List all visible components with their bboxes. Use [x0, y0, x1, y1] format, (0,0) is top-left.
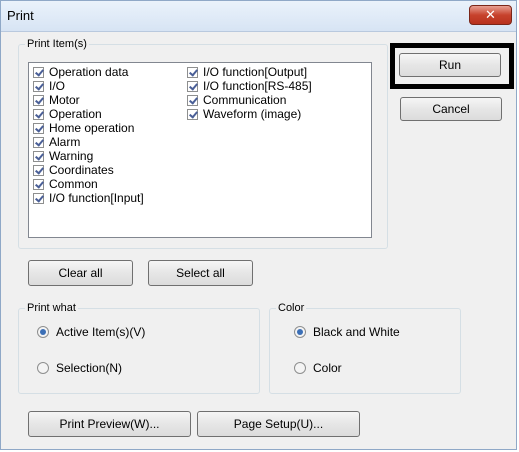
checkbox-checked-icon[interactable]: [33, 178, 44, 190]
print-preview-button[interactable]: Print Preview(W)...: [28, 411, 191, 437]
checkbox-checked-icon[interactable]: [33, 136, 44, 148]
checkbox-io-function-input[interactable]: I/O function[Input]: [33, 191, 144, 205]
checkbox-checked-icon[interactable]: [33, 150, 44, 162]
radio-unselected-icon[interactable]: [294, 362, 306, 374]
checkbox-label: Operation: [49, 107, 102, 121]
clear-all-button[interactable]: Clear all: [28, 260, 133, 286]
checkbox-checked-icon[interactable]: [187, 94, 198, 106]
checkbox-label: I/O function[Output]: [203, 65, 308, 79]
checkbox-label: I/O function[Input]: [49, 191, 144, 205]
radio-label: Black and White: [313, 325, 400, 339]
checkbox-label: Operation data: [49, 65, 129, 79]
checkbox-warning[interactable]: Warning: [33, 149, 144, 163]
checkbox-checked-icon[interactable]: [33, 108, 44, 120]
checkbox-label: I/O: [49, 79, 66, 93]
print-items-column-1: Operation data I/O Motor Operation Home …: [33, 65, 144, 205]
radio-color[interactable]: Color: [294, 361, 342, 375]
print-what-label: Print what: [25, 301, 78, 315]
checkbox-label: Waveform (image): [203, 107, 302, 121]
checkbox-checked-icon[interactable]: [187, 80, 198, 92]
select-all-button[interactable]: Select all: [148, 260, 253, 286]
checkbox-communication[interactable]: Communication: [187, 93, 312, 107]
print-items-column-2: I/O function[Output] I/O function[RS-485…: [187, 65, 312, 121]
print-what-group: Print what Active Item(s)(V) Selection(N…: [18, 301, 260, 394]
color-label: Color: [276, 301, 307, 315]
color-group: Color Black and White Color: [269, 301, 461, 394]
print-items-label: Print Item(s): [25, 37, 89, 51]
checkbox-alarm[interactable]: Alarm: [33, 135, 144, 149]
print-dialog: Print ✕ Print Item(s) Operation data I/O…: [0, 0, 517, 450]
checkbox-checked-icon[interactable]: [33, 66, 44, 78]
checkbox-label: Alarm: [49, 135, 81, 149]
checkbox-label: Motor: [49, 93, 80, 107]
page-setup-button[interactable]: Page Setup(U)...: [197, 411, 360, 437]
checkbox-io-function-output[interactable]: I/O function[Output]: [187, 65, 312, 79]
checkbox-checked-icon[interactable]: [33, 192, 44, 204]
radio-label: Color: [313, 361, 342, 375]
checkbox-checked-icon[interactable]: [33, 80, 44, 92]
checkbox-label: Warning: [49, 149, 94, 163]
checkbox-label: I/O function[RS-485]: [203, 79, 312, 93]
radio-selected-icon[interactable]: [37, 326, 49, 338]
radio-label: Active Item(s)(V): [56, 325, 146, 339]
radio-selection[interactable]: Selection(N): [37, 361, 122, 375]
checkbox-checked-icon[interactable]: [33, 94, 44, 106]
checkbox-label: Common: [49, 177, 98, 191]
checkbox-coordinates[interactable]: Coordinates: [33, 163, 144, 177]
radio-unselected-icon[interactable]: [37, 362, 49, 374]
checkbox-checked-icon[interactable]: [187, 108, 198, 120]
print-items-group: Print Item(s) Operation data I/O Motor O…: [18, 37, 388, 249]
title-bar: Print ✕: [1, 1, 516, 32]
checkbox-label: Home operation: [49, 121, 135, 135]
checkbox-io[interactable]: I/O: [33, 79, 144, 93]
close-icon: ✕: [485, 7, 496, 22]
print-items-list: Operation data I/O Motor Operation Home …: [28, 62, 372, 238]
radio-black-and-white[interactable]: Black and White: [294, 325, 400, 339]
checkbox-operation-data[interactable]: Operation data: [33, 65, 144, 79]
close-button[interactable]: ✕: [469, 5, 512, 25]
window-title: Print: [7, 8, 34, 23]
checkbox-motor[interactable]: Motor: [33, 93, 144, 107]
radio-selected-icon[interactable]: [294, 326, 306, 338]
checkbox-label: Coordinates: [49, 163, 114, 177]
checkbox-io-function-rs485[interactable]: I/O function[RS-485]: [187, 79, 312, 93]
checkbox-common[interactable]: Common: [33, 177, 144, 191]
checkbox-checked-icon[interactable]: [187, 66, 198, 78]
checkbox-waveform-image[interactable]: Waveform (image): [187, 107, 312, 121]
checkbox-operation[interactable]: Operation: [33, 107, 144, 121]
run-button[interactable]: Run: [399, 53, 501, 77]
checkbox-label: Communication: [203, 93, 287, 107]
radio-label: Selection(N): [56, 361, 123, 375]
checkbox-home-operation[interactable]: Home operation: [33, 121, 144, 135]
cancel-button[interactable]: Cancel: [400, 97, 502, 121]
checkbox-checked-icon[interactable]: [33, 122, 44, 134]
checkbox-checked-icon[interactable]: [33, 164, 44, 176]
radio-active-items[interactable]: Active Item(s)(V): [37, 325, 145, 339]
